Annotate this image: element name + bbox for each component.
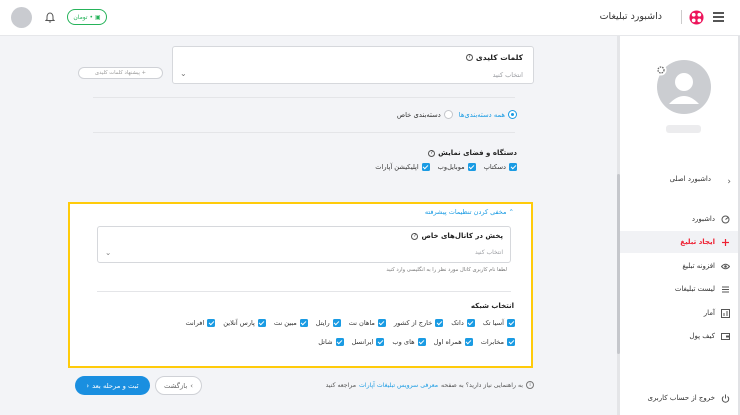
checkbox-afranet[interactable]: افرانت bbox=[185, 319, 216, 327]
dashboard-icon bbox=[721, 215, 730, 223]
radio-specific-category[interactable]: دسته‌بندی خاص bbox=[397, 110, 453, 119]
divider bbox=[97, 291, 511, 292]
checkbox-mahan-net[interactable]: ماهان نت bbox=[349, 319, 386, 327]
channels-placeholder: انتخاب کنید bbox=[474, 249, 503, 256]
device-title: دستگاه و فضای نمایش bbox=[438, 149, 517, 157]
wallet-button[interactable]: ▣ • تومان bbox=[67, 9, 107, 25]
checkbox[interactable] bbox=[507, 319, 515, 327]
channels-title: پخش در کانال‌های خاص bbox=[421, 232, 503, 240]
logout-button[interactable]: خروج از حساب کاربری bbox=[647, 387, 730, 409]
checkbox-hamrah-aval[interactable]: همراه اول bbox=[434, 338, 473, 346]
checkbox[interactable] bbox=[509, 163, 517, 171]
header-divider bbox=[681, 10, 682, 24]
channels-select[interactable]: پخش در کانال‌های خاص? انتخاب کنید ⌄ bbox=[97, 226, 511, 263]
help-icon[interactable]: ? bbox=[411, 232, 419, 240]
network-title: انتخاب شبکه bbox=[470, 302, 514, 310]
sidebar-scrollbar[interactable] bbox=[617, 36, 620, 415]
sidebar-item-ad-list[interactable]: لیست تبلیغات bbox=[675, 278, 730, 300]
checkbox-shatel[interactable]: شاتل bbox=[318, 338, 344, 346]
chart-icon bbox=[721, 308, 730, 318]
checkbox[interactable] bbox=[207, 319, 216, 327]
checkbox-mobile-web[interactable]: موبایل‌وب bbox=[438, 163, 476, 171]
sidebar-item-wallet[interactable]: کیف پول bbox=[689, 325, 730, 347]
sidebar-item-ad-extension[interactable]: افزونه تبلیغ bbox=[682, 255, 730, 277]
list-icon bbox=[722, 286, 729, 292]
keywords-label: کلمات کلیدی bbox=[475, 53, 523, 62]
user-name-placeholder bbox=[666, 125, 701, 133]
checkbox[interactable] bbox=[435, 319, 444, 327]
keywords-select[interactable]: کلمات کلیدی? انتخاب کنید ⌄ bbox=[172, 46, 534, 84]
menu-icon[interactable] bbox=[713, 12, 724, 22]
radio-all-categories[interactable]: همه دسته‌بندی‌ها bbox=[459, 110, 517, 119]
aparat-logo-icon bbox=[689, 10, 704, 25]
chevron-up-icon: ⌃ bbox=[506, 208, 514, 216]
checkbox[interactable] bbox=[377, 319, 386, 327]
checkbox-pars-online[interactable]: پارس آنلاین bbox=[223, 319, 266, 327]
user-avatar[interactable] bbox=[11, 7, 32, 28]
checkbox[interactable] bbox=[507, 338, 515, 346]
checkbox-aparat-app[interactable]: اپلیکیشن آپارات bbox=[375, 163, 430, 171]
eye-icon bbox=[721, 263, 730, 269]
sidebar-item-dashboard[interactable]: داشبورد bbox=[692, 208, 730, 230]
chevron-right-icon: › bbox=[190, 381, 193, 390]
chevron-left-icon[interactable]: ‹ bbox=[727, 177, 731, 187]
network-checkboxes-row2: مخابرات همراه اول های وب ایرانسل شاتل bbox=[318, 338, 515, 346]
checkbox[interactable] bbox=[421, 163, 430, 171]
checkbox-abroad[interactable]: خارج از کشور bbox=[394, 319, 444, 327]
keywords-placeholder: انتخاب کنید bbox=[492, 71, 523, 79]
checkbox[interactable] bbox=[417, 338, 426, 346]
checkbox[interactable] bbox=[332, 319, 341, 327]
help-text: i به راهنمایی نیاز دارید؟ به صفحه معرفی … bbox=[326, 381, 534, 389]
divider bbox=[93, 132, 515, 133]
bell-icon[interactable] bbox=[45, 12, 55, 23]
sidebar: ‹ داشبورد اصلی داشبورد ایجاد تبلیغ افزون… bbox=[617, 36, 740, 415]
chevron-left-icon: ‹ bbox=[86, 381, 90, 390]
app-title: داشبورد تبلیغات bbox=[599, 11, 662, 22]
checkbox[interactable] bbox=[299, 319, 308, 327]
back-button[interactable]: › بازگشت bbox=[155, 376, 202, 395]
main-content: کلمات کلیدی? انتخاب کنید ⌄ + پیشنهاد کلم… bbox=[68, 36, 534, 415]
checkbox[interactable] bbox=[335, 338, 344, 346]
checkbox-hiweb[interactable]: های وب bbox=[392, 338, 426, 346]
category-radio-group: همه دسته‌بندی‌ها دسته‌بندی خاص bbox=[397, 110, 517, 119]
gear-icon[interactable] bbox=[655, 64, 667, 76]
help-icon[interactable]: ? bbox=[428, 149, 436, 157]
sidebar-item-create-ad[interactable]: ایجاد تبلیغ bbox=[620, 231, 740, 253]
divider bbox=[93, 97, 515, 98]
checkbox[interactable] bbox=[257, 319, 266, 327]
info-icon: i bbox=[526, 381, 534, 389]
checkbox[interactable] bbox=[466, 319, 475, 327]
checkbox-asiatech[interactable]: آسیا تک bbox=[483, 319, 515, 327]
chevron-down-icon: ⌄ bbox=[180, 69, 187, 78]
checkbox-irancell[interactable]: ایرانسل bbox=[352, 338, 385, 346]
channel-hint: لطفا نام کاربری کانال مورد نظر را به انگ… bbox=[386, 267, 507, 273]
sidebar-item-stats[interactable]: آمار bbox=[704, 302, 730, 324]
help-link[interactable]: معرفی سرویس تبلیغات آپارات bbox=[359, 382, 438, 389]
checkbox-desktop[interactable]: دسکتاپ bbox=[484, 163, 517, 171]
help-icon[interactable]: ? bbox=[465, 54, 473, 61]
checkbox-rightel[interactable]: رایتل bbox=[316, 319, 341, 327]
device-checkboxes: دسکتاپ موبایل‌وب اپلیکیشن آپارات bbox=[375, 163, 517, 171]
chevron-down-icon: ⌄ bbox=[105, 248, 112, 257]
power-icon bbox=[721, 394, 730, 403]
radio-button[interactable] bbox=[508, 110, 517, 119]
network-checkboxes-row1: آسیا تک داتک خارج از کشور ماهان نت رایتل… bbox=[185, 319, 515, 327]
sidebar-item-main-dashboard[interactable]: داشبورد اصلی bbox=[670, 175, 711, 183]
radio-button[interactable] bbox=[443, 110, 453, 119]
wallet-icon: ▣ bbox=[95, 13, 101, 21]
submit-next-button[interactable]: ثبت و مرحله بعد ‹ bbox=[75, 376, 150, 395]
checkbox-mobinnet[interactable]: مبین نت bbox=[274, 319, 308, 327]
wallet-icon bbox=[721, 332, 730, 340]
checkbox[interactable] bbox=[464, 338, 473, 346]
plus-icon bbox=[722, 238, 729, 246]
suggest-keywords-button[interactable]: + پیشنهاد کلمات کلیدی bbox=[78, 67, 163, 79]
checkbox-mokhaberat[interactable]: مخابرات bbox=[481, 338, 515, 346]
hide-advanced-toggle[interactable]: ⌃ مخفی کردن تنظیمات پیشرفته bbox=[425, 208, 514, 216]
checkbox[interactable] bbox=[467, 163, 476, 171]
top-bar: داشبورد تبلیغات ▣ • تومان bbox=[0, 0, 740, 36]
checkbox[interactable] bbox=[376, 338, 385, 346]
checkbox-datak[interactable]: داتک bbox=[451, 319, 475, 327]
advanced-settings-panel: ⌃ مخفی کردن تنظیمات پیشرفته پخش در کانال… bbox=[68, 202, 533, 368]
